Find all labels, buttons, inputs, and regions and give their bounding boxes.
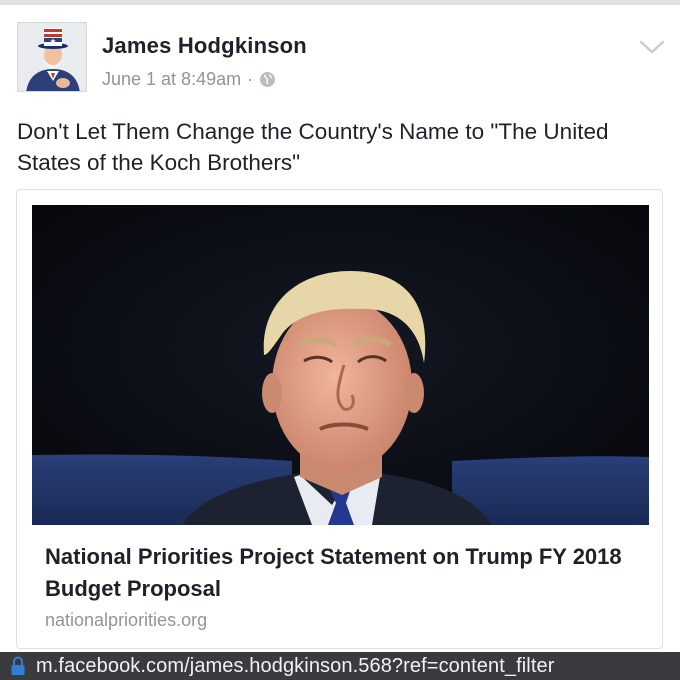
chevron-down-icon[interactable]: [638, 38, 666, 56]
profile-avatar[interactable]: [17, 22, 87, 92]
link-preview-image[interactable]: [32, 205, 649, 525]
lock-icon: [11, 656, 25, 675]
man-in-suit-photo: [32, 205, 649, 525]
globe-icon: [259, 71, 276, 88]
link-title[interactable]: National Priorities Project Statement on…: [45, 541, 645, 605]
meta-separator: ·: [247, 68, 254, 89]
uncle-sam-avatar-icon: [18, 23, 86, 91]
url-text[interactable]: m.facebook.com/james.hodgkinson.568?ref=…: [36, 655, 554, 678]
post-timestamp[interactable]: June 1 at 8:49am: [102, 69, 241, 90]
top-divider: [0, 0, 680, 5]
address-bar[interactable]: m.facebook.com/james.hodgkinson.568?ref=…: [0, 652, 680, 680]
post-text: Don't Let Them Change the Country's Name…: [17, 119, 609, 175]
link-domain: nationalpriorities.org: [45, 610, 208, 630]
author-name[interactable]: James Hodgkinson: [102, 33, 307, 59]
post-meta: June 1 at 8:49am ·: [102, 67, 276, 91]
